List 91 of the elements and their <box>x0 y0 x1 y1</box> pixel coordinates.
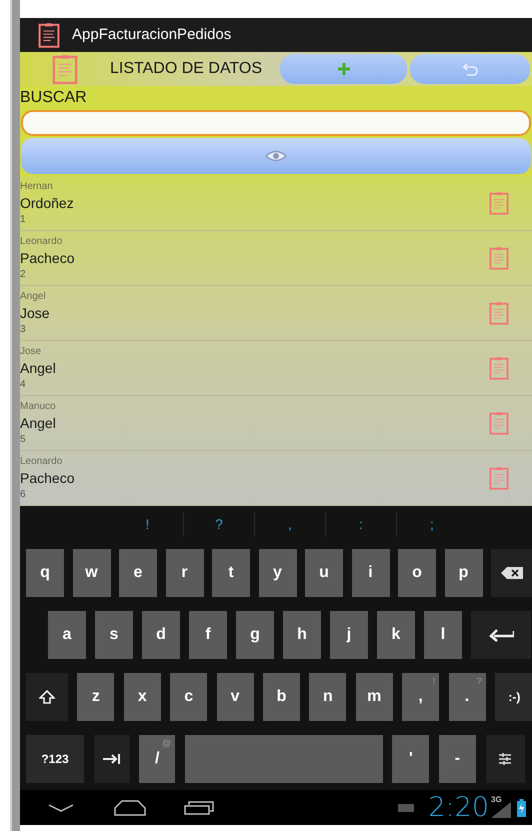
shift-icon <box>39 690 55 704</box>
item-number: 1 <box>20 213 27 226</box>
item-first-name: Angel <box>20 290 47 304</box>
search-field[interactable] <box>21 110 531 136</box>
list-item[interactable]: Jose Angel 4 <box>20 341 532 396</box>
item-number: 6 <box>20 488 27 502</box>
key[interactable]: o <box>398 549 436 598</box>
key[interactable]: - <box>438 735 476 784</box>
item-last-name: Angel <box>20 414 57 434</box>
suggestion[interactable]: ? <box>183 512 254 536</box>
key[interactable]: a <box>48 611 86 660</box>
recent-apps-icon[interactable] <box>184 800 214 815</box>
key[interactable]: s <box>95 611 133 660</box>
tab-key[interactable] <box>94 735 130 784</box>
key[interactable]: ' <box>392 735 430 784</box>
tab-icon <box>102 753 121 766</box>
item-number: 3 <box>20 323 27 336</box>
list-item[interactable]: Hernan Ordoñez 1 <box>20 176 532 232</box>
network-type: 3G <box>491 794 502 806</box>
shift-key[interactable] <box>26 673 68 722</box>
key[interactable]: y <box>258 549 296 598</box>
hide-keyboard-icon[interactable] <box>48 804 74 812</box>
toolbar-title: LISTADO DE DATOS <box>110 59 264 80</box>
suggestion[interactable]: , <box>254 512 325 536</box>
enter-key[interactable] <box>471 611 531 660</box>
app-title: AppFacturacionPedidos <box>72 24 232 45</box>
list-item[interactable]: Angel Jose 3 <box>20 286 532 342</box>
item-last-name: Pacheco <box>20 249 76 268</box>
settings-key[interactable] <box>486 735 525 784</box>
search-label: BUSCAR <box>20 88 88 108</box>
plus-icon <box>336 62 350 76</box>
key[interactable]: :-) <box>494 673 532 722</box>
home-icon[interactable] <box>114 800 146 816</box>
key[interactable]: r <box>166 549 204 598</box>
key-hint: ! <box>432 675 436 688</box>
key[interactable]: b <box>262 673 300 722</box>
item-number: 4 <box>20 378 27 392</box>
item-last-name: Jose <box>20 304 51 324</box>
key[interactable]: z <box>77 673 114 722</box>
suggestion[interactable]: ; <box>396 512 467 536</box>
eye-icon <box>265 150 287 162</box>
item-first-name: Leonardo <box>20 455 64 468</box>
list-item[interactable]: Manuco Angel 5 <box>20 396 532 452</box>
key[interactable]: k <box>377 611 415 660</box>
item-number: 2 <box>20 268 27 282</box>
item-last-name: Angel <box>20 359 57 378</box>
key[interactable]: e <box>119 549 157 598</box>
keyboard-icon <box>398 804 414 812</box>
clock: 2:20 <box>428 794 489 822</box>
key-hint: ? <box>476 675 482 688</box>
key[interactable]: l <box>424 611 462 660</box>
key[interactable]: t <box>212 549 250 598</box>
item-number: 5 <box>20 433 27 446</box>
key[interactable]: ?123 <box>26 735 84 784</box>
key[interactable]: i <box>352 549 390 598</box>
item-first-name: Leonardo <box>20 235 64 248</box>
key[interactable]: h <box>283 611 321 660</box>
key[interactable]: u <box>305 549 343 598</box>
backspace-icon <box>501 567 523 580</box>
key[interactable]: g <box>236 611 274 660</box>
key[interactable]: m <box>356 673 393 722</box>
enter-icon <box>488 628 514 642</box>
item-last-name: Pacheco <box>20 469 76 488</box>
key-hint: @ <box>162 737 172 750</box>
clipboard-icon <box>52 53 78 86</box>
key[interactable]: v <box>216 673 254 722</box>
key[interactable]: w <box>72 549 110 598</box>
item-first-name: Hernan <box>20 180 54 194</box>
key[interactable]: p <box>444 549 482 598</box>
list-item[interactable]: Leonardo Pacheco 2 <box>20 231 532 286</box>
suggestion[interactable]: ! <box>112 512 183 536</box>
key[interactable]: / @ <box>139 735 176 784</box>
suggestion[interactable]: : <box>325 512 396 536</box>
battery-icon <box>517 798 526 817</box>
clipboard-icon <box>38 20 60 49</box>
settings-icon <box>498 752 512 766</box>
undo-icon <box>462 62 478 76</box>
item-first-name: Manuco <box>20 400 57 414</box>
key[interactable]: n <box>309 673 346 722</box>
item-first-name: Jose <box>20 345 42 358</box>
backspace-key[interactable] <box>491 549 532 598</box>
key[interactable]: q <box>26 549 64 598</box>
item-last-name: Ordoñez <box>20 194 75 214</box>
key[interactable]: j <box>330 611 368 660</box>
key[interactable]: f <box>189 611 227 660</box>
key[interactable]: c <box>170 673 208 722</box>
key[interactable]: , ! <box>402 673 440 722</box>
signal-icon <box>491 802 511 818</box>
key[interactable]: x <box>124 673 161 722</box>
key[interactable]: . ? <box>448 673 486 722</box>
key[interactable]: d <box>142 611 180 660</box>
